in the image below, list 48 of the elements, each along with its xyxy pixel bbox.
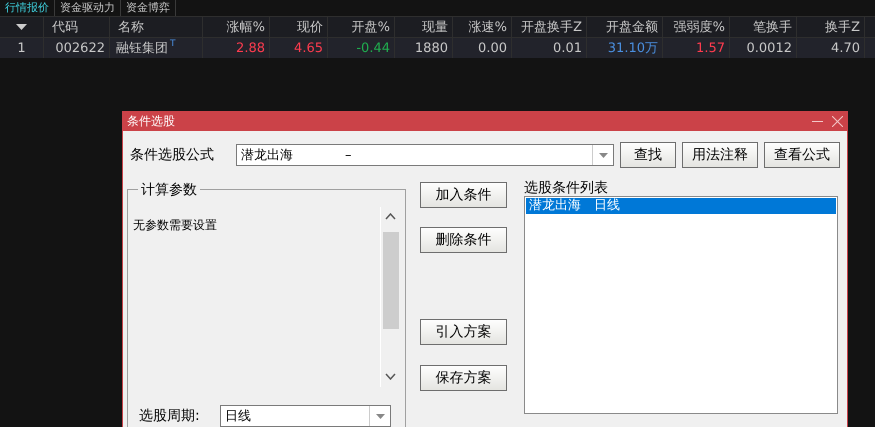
table-cell: 0.00 <box>453 38 512 58</box>
params-message: 无参数需要设置 <box>133 217 217 234</box>
table-cell: 0.0012 <box>730 38 797 58</box>
dialog-button[interactable]: 保存方案 <box>420 365 507 391</box>
list-item[interactable]: 潜龙出海 日线 <box>526 198 836 214</box>
superscript-mark: T <box>170 39 176 49</box>
dialog-button[interactable]: 用法注释 <box>682 142 758 168</box>
scroll-thumb[interactable] <box>383 232 399 329</box>
formula-label: 条件选股公式 <box>130 146 215 164</box>
stock-name: 融钰集团 <box>116 40 168 57</box>
close-icon[interactable] <box>832 116 843 126</box>
column-header[interactable]: 现价 <box>270 17 328 37</box>
column-header[interactable]: 名称 <box>110 17 203 37</box>
dialog-button[interactable]: 加入条件 <box>420 182 507 208</box>
dialog-title: 条件选股 <box>127 112 176 130</box>
table-cell: -0.44 <box>328 38 395 58</box>
column-header[interactable]: 笔换手 <box>730 17 797 37</box>
column-header[interactable]: 开盘金额 <box>587 17 663 37</box>
column-header[interactable]: 代码 <box>44 17 110 37</box>
table-cell: 4.65 <box>270 38 328 58</box>
row-number: 1 <box>17 40 26 56</box>
column-header[interactable]: 开盘% <box>328 17 395 37</box>
table-cell: 2.88 <box>203 38 270 58</box>
dialog-button[interactable]: 查找 <box>620 142 676 168</box>
column-header[interactable]: 换手Z <box>797 17 865 37</box>
table-cell: 31.10万 <box>587 38 663 58</box>
group-title: 计算参数 <box>138 181 200 199</box>
table-cell: 4.70 <box>797 38 865 58</box>
condition-list[interactable]: 潜龙出海 日线 <box>524 196 838 414</box>
table-cell: 0.01 <box>512 38 587 58</box>
dialog-button[interactable]: 查看公式 <box>764 142 840 168</box>
list-title: 选股条件列表 <box>524 179 609 197</box>
column-header[interactable]: 开盘换手Z <box>512 17 587 37</box>
dialog-button[interactable]: 引入方案 <box>420 319 507 345</box>
formula-combo[interactable]: 潜龙出海 – <box>236 144 614 166</box>
scroll-down-icon[interactable] <box>385 373 396 380</box>
column-header[interactable]: 涨速% <box>453 17 512 37</box>
table-cell: 1.57 <box>663 38 730 58</box>
column-header[interactable]: 强弱度% <box>663 17 730 37</box>
table-cell: 002622 <box>44 38 110 58</box>
table-cell: 1880 <box>395 38 453 58</box>
dialog-button[interactable]: 删除条件 <box>420 227 507 253</box>
column-header[interactable]: 涨幅% <box>203 17 270 37</box>
dropdown-icon[interactable] <box>16 24 27 30</box>
scroll-up-icon[interactable] <box>385 213 396 220</box>
period-combo[interactable]: 日线 <box>220 405 391 427</box>
period-label: 选股周期: <box>139 407 201 425</box>
column-header[interactable]: 现量 <box>395 17 453 37</box>
